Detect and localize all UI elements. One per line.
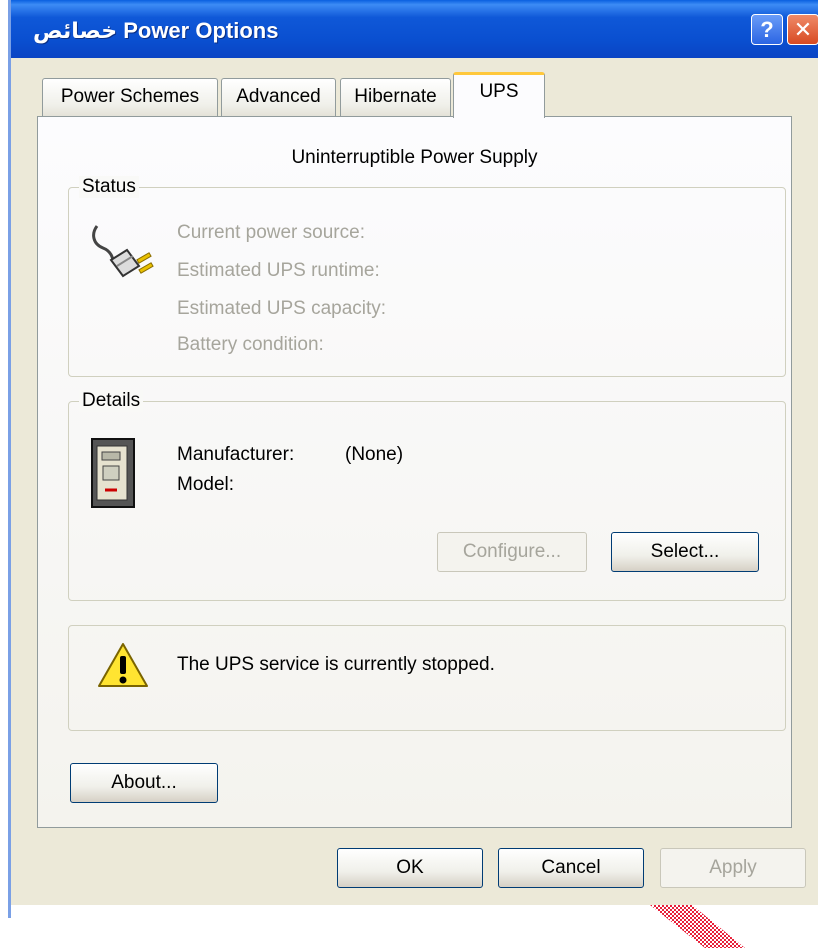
details-group: Details Manufacturer: (None) Model: Conf… [68,390,786,601]
details-legend: Details [79,390,144,412]
ups-heading: Uninterruptible Power Supply [291,147,538,168]
status-group: Status Current power source: Estimated U… [68,176,786,377]
close-button[interactable]: ✕ [787,14,818,45]
title-prefix: خصائص [33,18,118,43]
manufacturer-value: (None) [345,444,404,465]
model-label: Model: [177,474,235,495]
close-icon: ✕ [793,17,813,42]
power-options-dialog: خصائص Power Options ? ✕ Power Schemes Ad… [11,0,818,905]
tab-ups[interactable]: UPS [453,72,545,118]
cancel-button[interactable]: Cancel [498,848,644,888]
title-bar[interactable]: خصائص Power Options ? ✕ [11,0,818,58]
apply-button[interactable]: Apply [660,848,806,888]
ok-button[interactable]: OK [337,848,483,888]
service-warning-box: The UPS service is currently stopped. [68,625,786,731]
warning-icon [98,643,148,687]
status-current-power-source: Current power source: [177,222,365,243]
status-battery-condition: Battery condition: [177,334,324,355]
status-estimated-capacity: Estimated UPS capacity: [177,298,387,319]
power-plug-icon [92,225,154,278]
select-button[interactable]: Select... [611,532,759,572]
hatched-decoration [650,905,745,948]
ups-tab-panel: Uninterruptible Power Supply Status Curr… [37,116,792,828]
ups-device-icon [91,438,135,508]
tab-advanced[interactable]: Advanced [221,78,336,116]
configure-button[interactable]: Configure... [437,532,587,572]
help-icon: ? [760,17,774,42]
help-button[interactable]: ? [751,14,783,45]
tab-power-schemes[interactable]: Power Schemes [42,78,218,116]
service-stopped-message: The UPS service is currently stopped. [177,654,495,675]
window-title: خصائص Power Options [33,18,278,44]
status-estimated-runtime: Estimated UPS runtime: [177,260,380,281]
title-label: Power Options [123,18,279,43]
about-button[interactable]: About... [70,763,218,803]
tab-hibernate[interactable]: Hibernate [340,78,451,116]
manufacturer-label: Manufacturer: [177,444,295,465]
status-legend: Status [79,176,139,198]
